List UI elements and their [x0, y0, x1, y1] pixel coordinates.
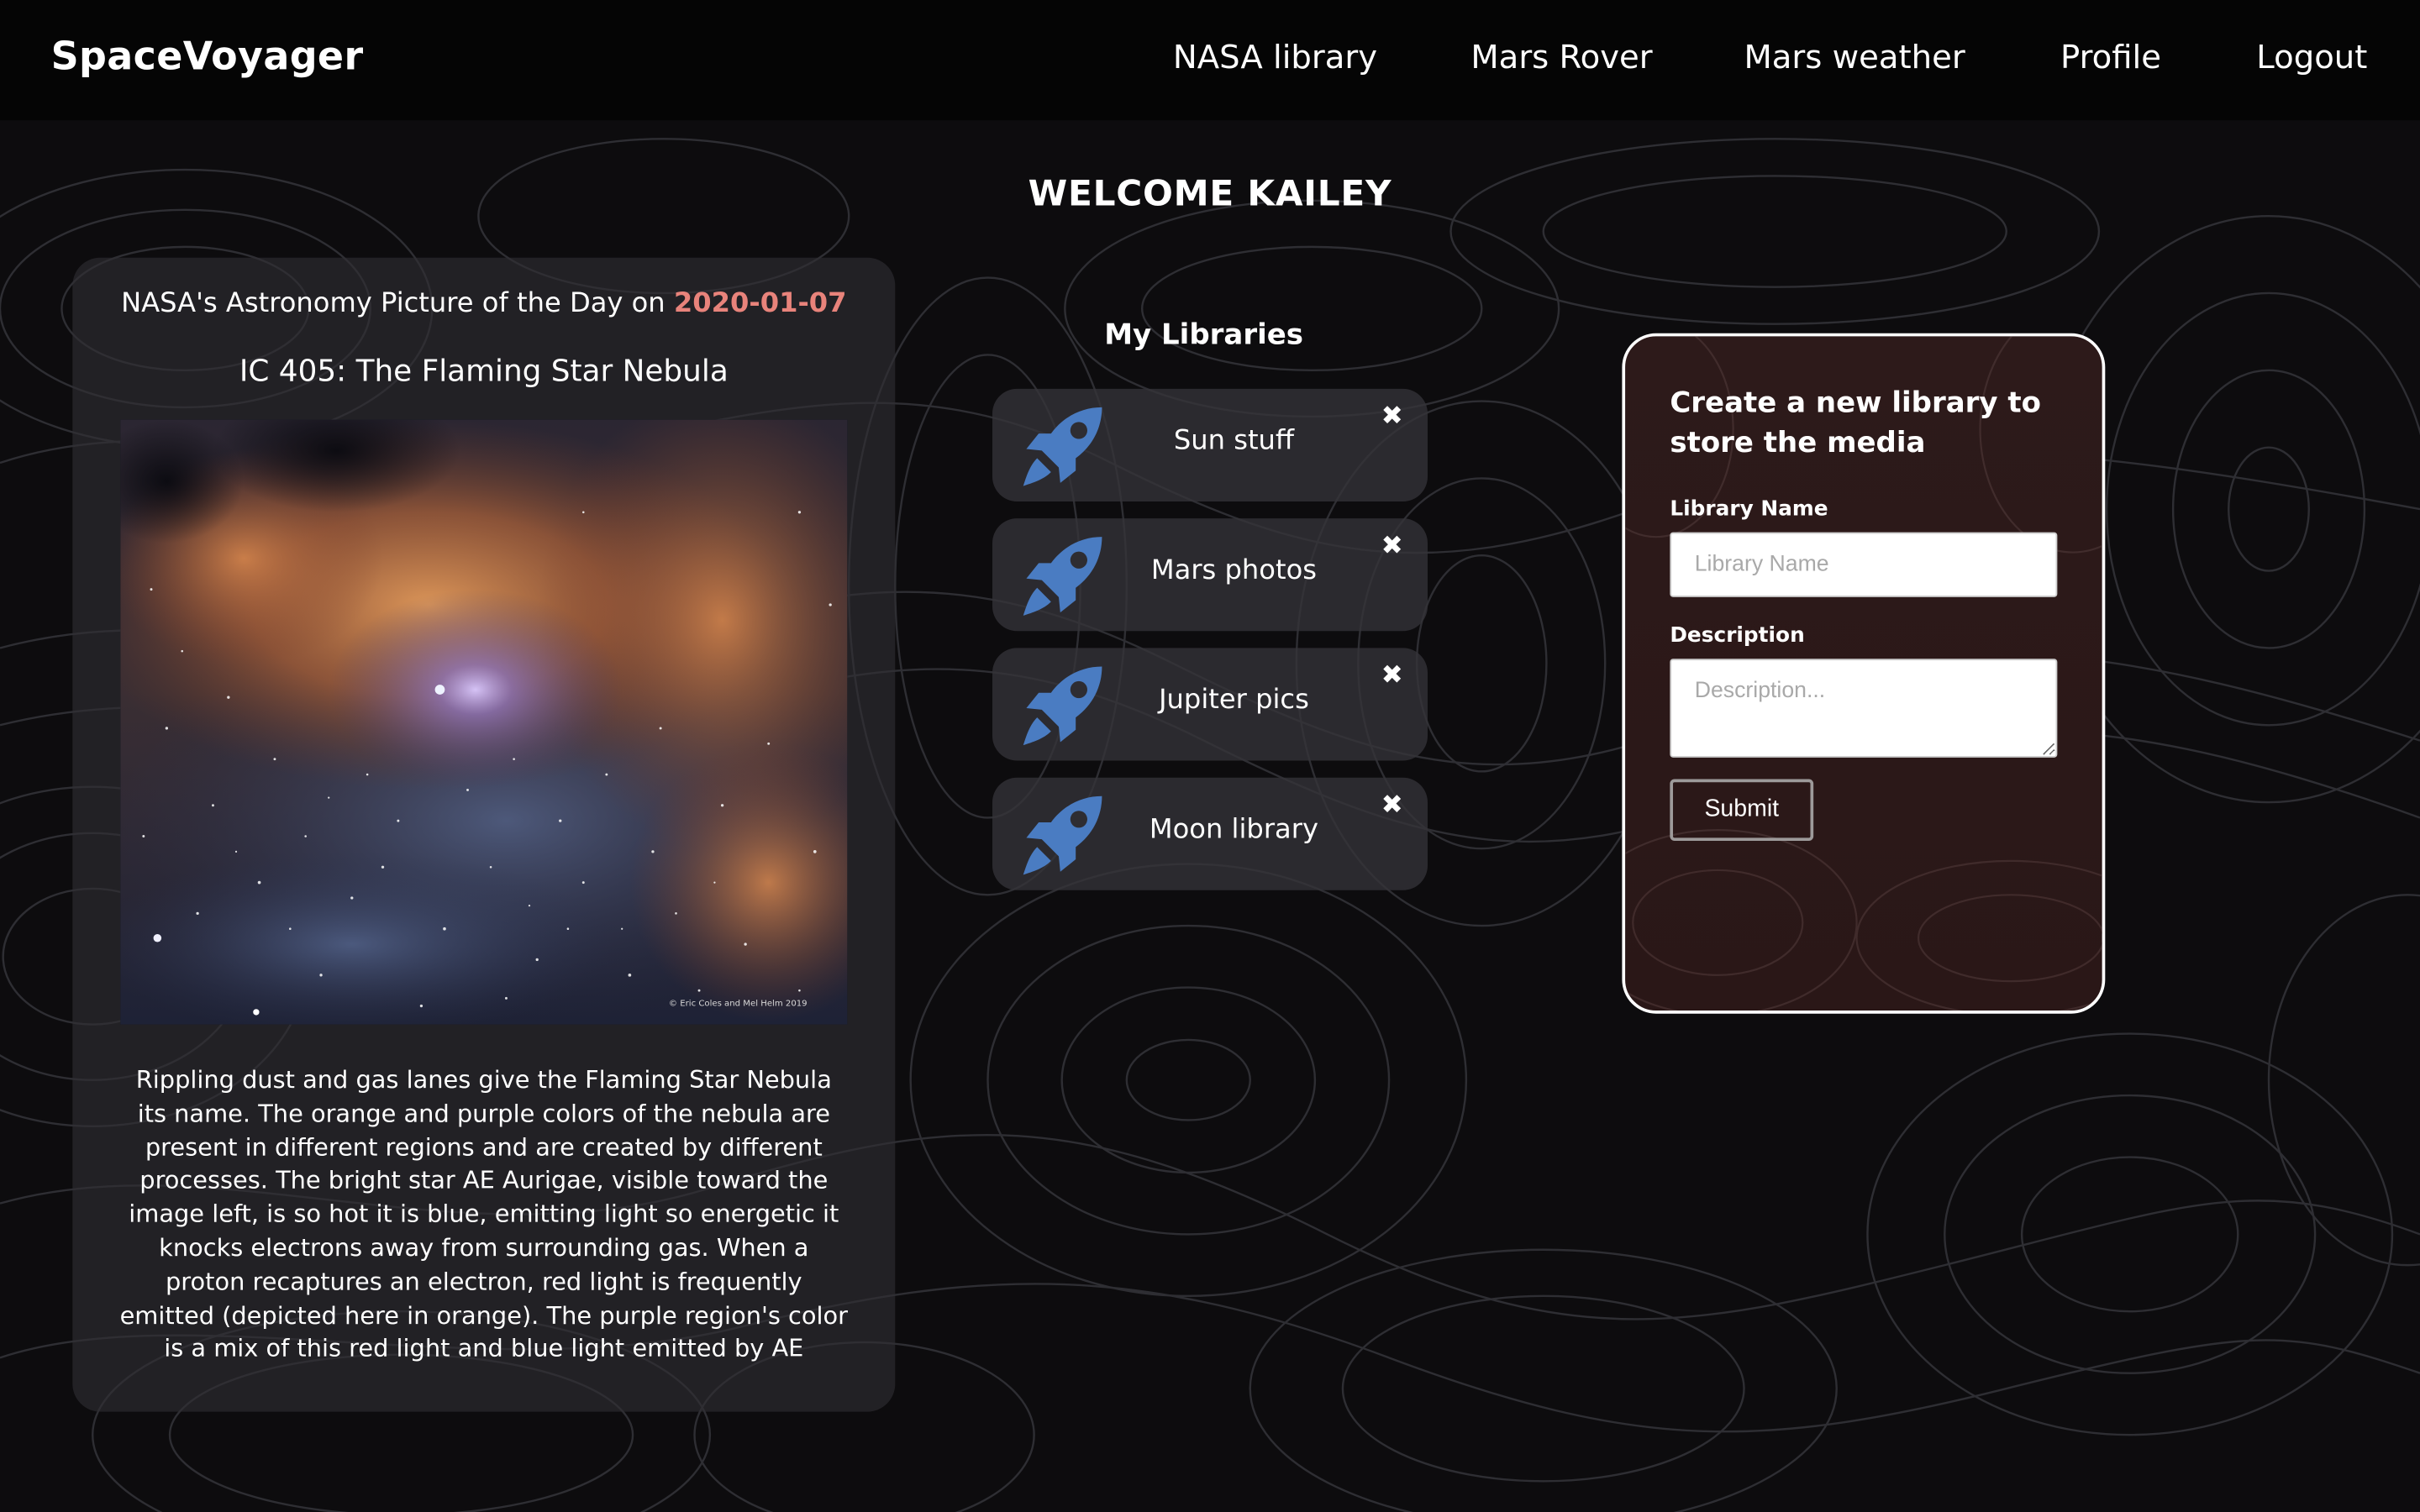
apod-card: NASA's Astronomy Picture of the Day on 2… — [72, 257, 896, 1412]
rocket-icon — [1023, 407, 1102, 486]
library-item[interactable]: Jupiter pics ✖ — [992, 648, 1428, 761]
apod-description: Rippling dust and gas lanes give the Fla… — [119, 1064, 849, 1363]
nav-link-profile[interactable]: Profile — [2060, 39, 2161, 76]
description-textarea[interactable] — [1670, 659, 2058, 758]
delete-library-button[interactable]: ✖ — [1376, 790, 1407, 821]
brand-logo[interactable]: SpaceVoyager — [51, 34, 364, 78]
delete-library-button[interactable]: ✖ — [1376, 531, 1407, 562]
apod-heading-prefix: NASA's Astronomy Picture of the Day on — [121, 288, 674, 320]
library-name-input[interactable] — [1670, 532, 2058, 597]
library-name: Moon library — [1149, 814, 1319, 846]
nav-link-mars-rover[interactable]: Mars Rover — [1470, 39, 1652, 76]
delete-library-button[interactable]: ✖ — [1376, 660, 1407, 691]
form-title: Create a new library to store the media — [1670, 387, 2041, 460]
library-name: Sun stuff — [1173, 425, 1295, 457]
rocket-icon — [1023, 666, 1102, 746]
description-label: Description — [1670, 623, 1805, 648]
welcome-heading: WELCOME KAILEY — [1028, 174, 1392, 215]
apod-date: 2020-01-07 — [673, 288, 847, 320]
nav-link-logout[interactable]: Logout — [2256, 39, 2367, 76]
nav-link-mars-weather[interactable]: Mars weather — [1744, 39, 1965, 76]
library-item[interactable]: Moon library ✖ — [992, 777, 1428, 890]
rocket-icon — [1023, 795, 1102, 875]
apod-heading: NASA's Astronomy Picture of the Day on 2… — [72, 288, 895, 319]
library-item[interactable]: Sun stuff ✖ — [992, 388, 1428, 501]
page: SpaceVoyager NASA library Mars Rover Mar… — [0, 0, 2420, 1512]
apod-image[interactable]: © Eric Coles and Mel Helm 2019 — [120, 419, 848, 1025]
rocket-icon — [1023, 537, 1102, 616]
apod-title: IC 405: The Flaming Star Nebula — [239, 353, 729, 389]
nebula-image — [120, 419, 848, 1025]
my-libraries-heading: My Libraries — [1104, 319, 1304, 352]
submit-button[interactable]: Submit — [1670, 779, 1814, 842]
image-credit: © Eric Coles and Mel Helm 2019 — [668, 1000, 808, 1010]
navbar: SpaceVoyager NASA library Mars Rover Mar… — [0, 0, 2420, 121]
delete-library-button[interactable]: ✖ — [1376, 402, 1407, 433]
nav-link-nasa-library[interactable]: NASA library — [1173, 39, 1377, 76]
library-name: Mars photos — [1150, 555, 1317, 586]
library-name-label: Library Name — [1670, 496, 1828, 522]
library-name: Jupiter pics — [1159, 685, 1309, 717]
library-item[interactable]: Mars photos ✖ — [992, 518, 1428, 632]
create-library-form: Create a new library to store the media … — [1622, 333, 2106, 1014]
